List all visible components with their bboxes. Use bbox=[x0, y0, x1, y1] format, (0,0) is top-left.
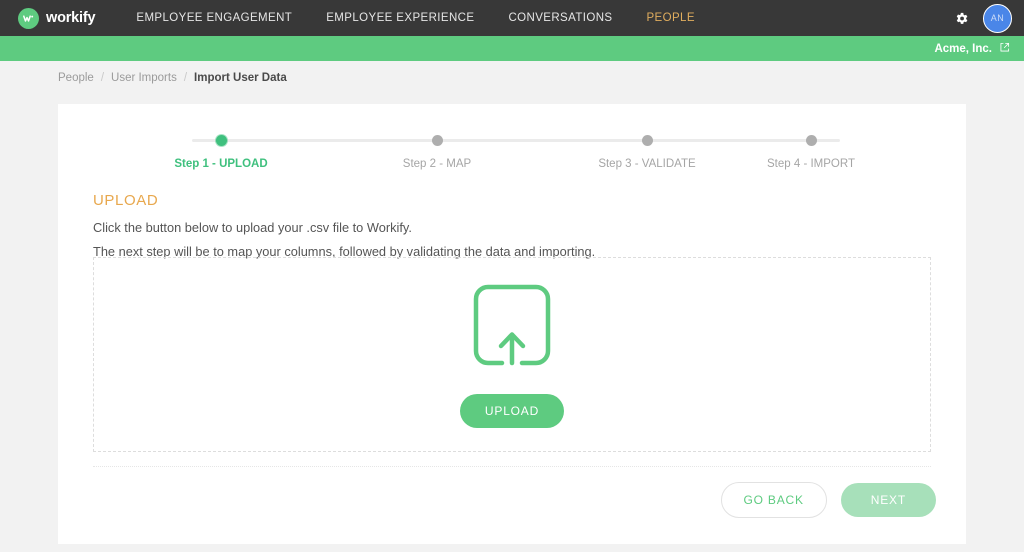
file-dropzone[interactable]: UPLOAD bbox=[93, 257, 931, 452]
footer-divider bbox=[93, 466, 931, 467]
external-link-icon bbox=[999, 42, 1010, 56]
page-title: UPLOAD bbox=[93, 192, 159, 209]
stepper-step-4-import[interactable]: Step 4 - IMPORT bbox=[726, 132, 896, 170]
upload-button[interactable]: UPLOAD bbox=[459, 394, 565, 428]
nav-item-employee-experience[interactable]: EMPLOYEE EXPERIENCE bbox=[309, 12, 491, 24]
import-wizard-card: Step 1 - UPLOAD Step 2 - MAP Step 3 - VA… bbox=[58, 104, 966, 544]
breadcrumb-separator: / bbox=[100, 72, 105, 84]
organization-name: Acme, Inc. bbox=[934, 42, 992, 55]
next-button[interactable]: NEXT bbox=[840, 483, 936, 517]
stepper-dot-icon bbox=[215, 135, 227, 146]
brand-logo[interactable]: workify bbox=[18, 7, 96, 29]
stepper-step-1-upload[interactable]: Step 1 - UPLOAD bbox=[136, 132, 306, 170]
stepper-step-3-validate[interactable]: Step 3 - VALIDATE bbox=[562, 132, 732, 170]
workify-w-mark-icon bbox=[18, 7, 39, 29]
breadcrumb-separator: / bbox=[183, 72, 188, 84]
breadcrumb: People / User Imports / Import User Data bbox=[58, 72, 287, 84]
breadcrumb-item-user-imports[interactable]: User Imports bbox=[111, 72, 177, 84]
top-navigation-bar: workify EMPLOYEE ENGAGEMENT EMPLOYEE EXP… bbox=[0, 0, 1024, 36]
stepper-step-2-map[interactable]: Step 2 - MAP bbox=[352, 132, 522, 170]
stepper-dot-icon bbox=[641, 135, 653, 146]
nav-item-employee-engagement[interactable]: EMPLOYEE ENGAGEMENT bbox=[119, 12, 309, 24]
stepper-step-4-label: Step 4 - IMPORT bbox=[767, 158, 855, 170]
nav-item-conversations[interactable]: CONVERSATIONS bbox=[491, 12, 629, 24]
stepper-step-2-label: Step 2 - MAP bbox=[402, 158, 472, 170]
stepper-dot-icon bbox=[805, 135, 817, 146]
avatar[interactable]: AN bbox=[983, 3, 1012, 33]
organization-link[interactable]: Acme, Inc. bbox=[934, 42, 1010, 56]
stepper-step-3-label: Step 3 - VALIDATE bbox=[598, 158, 696, 170]
organization-bar: Acme, Inc. bbox=[0, 36, 1024, 61]
breadcrumb-item-people[interactable]: People bbox=[58, 72, 94, 84]
go-back-button[interactable]: GO BACK bbox=[720, 482, 827, 518]
breadcrumb-item-import-user-data: Import User Data bbox=[194, 72, 287, 84]
wizard-stepper: Step 1 - UPLOAD Step 2 - MAP Step 3 - VA… bbox=[136, 132, 896, 178]
gear-icon[interactable] bbox=[954, 11, 969, 26]
wizard-actions: GO BACK NEXT bbox=[720, 482, 936, 518]
stepper-step-1-label: Step 1 - UPLOAD bbox=[174, 158, 268, 170]
stepper-dot-icon bbox=[431, 135, 443, 146]
nav-item-people[interactable]: PEOPLE bbox=[629, 12, 711, 24]
instruction-line-1: Click the button below to upload your .c… bbox=[93, 220, 412, 235]
upload-tray-arrow-icon bbox=[472, 283, 552, 372]
primary-nav: EMPLOYEE ENGAGEMENT EMPLOYEE EXPERIENCE … bbox=[119, 12, 712, 24]
top-nav-right-cluster: AN bbox=[954, 0, 1012, 36]
brand-name: workify bbox=[46, 10, 96, 26]
